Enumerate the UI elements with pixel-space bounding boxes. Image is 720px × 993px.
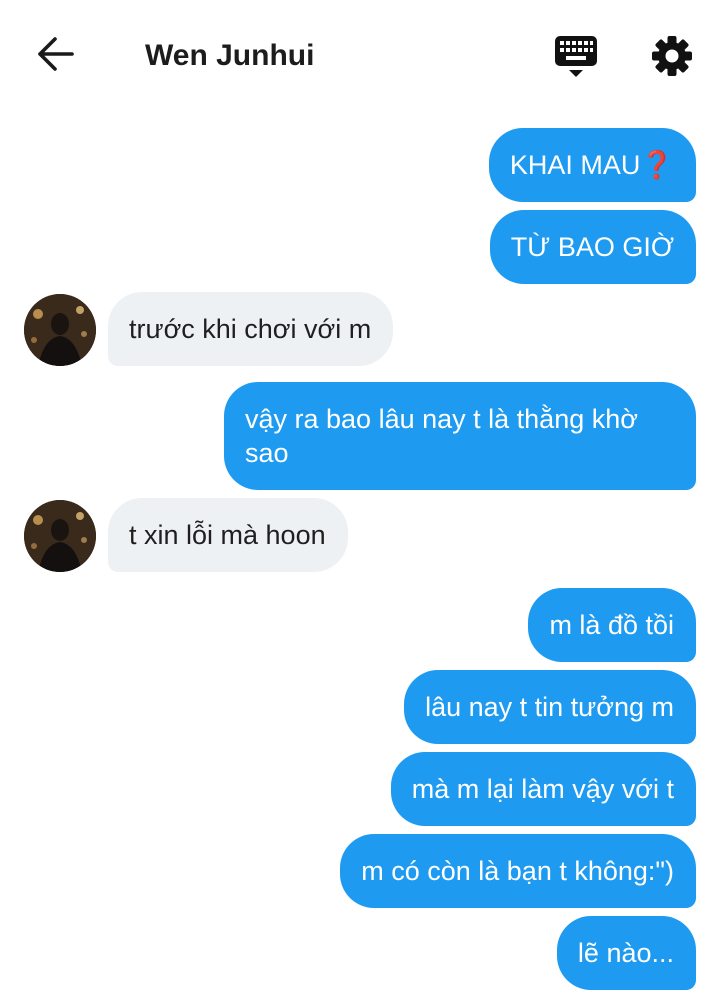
settings-button[interactable] bbox=[650, 34, 694, 78]
message-bubble-received[interactable]: t xin lỗi mà hoon bbox=[108, 498, 348, 572]
message-bubble-sent[interactable]: lâu nay t tin tưởng m bbox=[404, 670, 696, 744]
chat-screen: Wen Junhui KHAI MAU❓ TỪ BAO GIỜ trước kh… bbox=[0, 0, 720, 993]
contact-avatar[interactable] bbox=[24, 294, 96, 366]
keyboard-button[interactable] bbox=[552, 34, 600, 80]
message-bubble-received[interactable]: trước khi chơi với m bbox=[108, 292, 394, 366]
message-bubble-sent[interactable]: m có còn là bạn t không:") bbox=[340, 834, 696, 908]
message-bubble-sent[interactable]: mà m lại làm vậy với t bbox=[390, 752, 696, 826]
gear-icon bbox=[650, 36, 694, 82]
message-bubble-sent[interactable]: m là đồ tồi bbox=[528, 588, 696, 662]
arrow-left-icon bbox=[36, 36, 76, 77]
contact-name[interactable]: Wen Junhui bbox=[145, 38, 314, 74]
message-bubble-sent[interactable]: KHAI MAU❓ bbox=[488, 128, 696, 202]
contact-avatar[interactable] bbox=[24, 500, 96, 572]
chat-header: Wen Junhui bbox=[0, 0, 720, 112]
keyboard-icon bbox=[552, 36, 600, 84]
message-bubble-sent[interactable]: TỪ BAO GIỜ bbox=[489, 210, 696, 284]
message-bubble-sent[interactable]: vậy ra bao lâu nay t là thằng khờ sao bbox=[224, 382, 696, 490]
back-button[interactable] bbox=[34, 36, 78, 76]
message-bubble-sent[interactable]: lẽ nào... bbox=[556, 916, 696, 990]
